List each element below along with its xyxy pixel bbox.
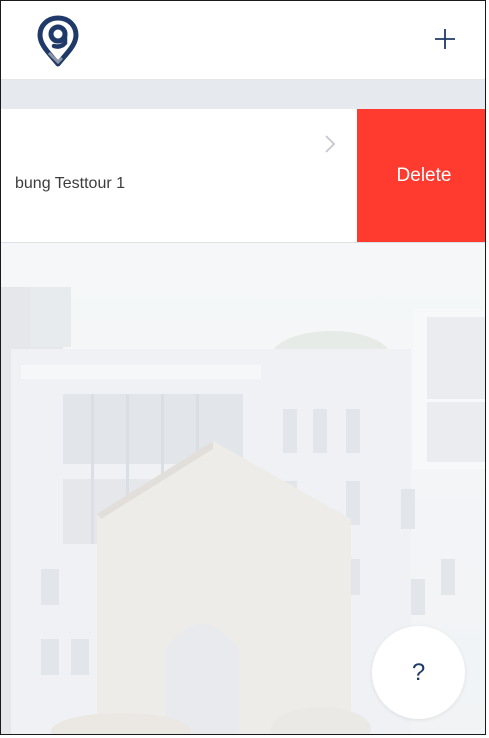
- help-label: ?: [411, 658, 426, 686]
- plus-icon: [435, 29, 455, 49]
- tour-title: bung Testtour 1: [15, 175, 126, 192]
- delete-label: Delete: [396, 164, 452, 186]
- chevron-right-icon: [325, 135, 336, 153]
- header-separator-band: [1, 80, 485, 109]
- delete-button[interactable]: Delete: [357, 109, 485, 242]
- tour-row[interactable]: bung Testtour 1: [1, 109, 357, 242]
- list-item: bung Testtour 1 Delete: [1, 109, 485, 243]
- top-navigation-bar: [1, 1, 485, 80]
- app-screen: bung Testtour 1 Delete ?: [0, 0, 486, 735]
- location-pin-g-logo-icon: [37, 15, 79, 67]
- add-button[interactable]: [427, 21, 463, 57]
- help-button[interactable]: ?: [372, 626, 465, 719]
